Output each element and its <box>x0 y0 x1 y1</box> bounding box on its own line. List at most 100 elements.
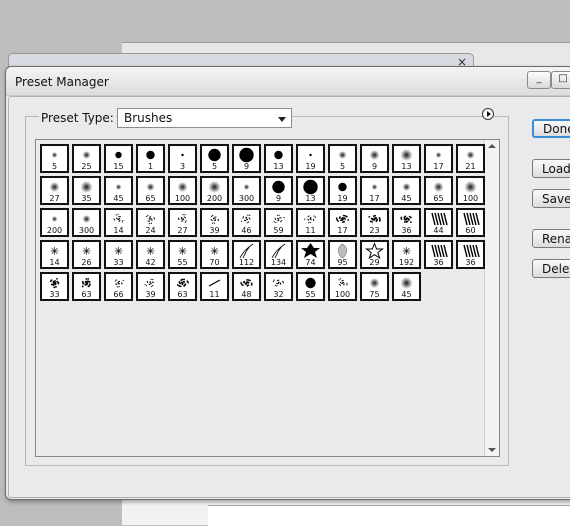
brush-preset-cell[interactable]: 24 <box>136 208 165 237</box>
brush-preset-cell[interactable]: 23 <box>360 208 389 237</box>
brush-preset-cell[interactable]: 36 <box>456 240 485 269</box>
brush-preset-cell[interactable]: 300 <box>72 208 101 237</box>
brush-size-label: 15 <box>113 162 124 171</box>
brush-preset-cell[interactable]: 44 <box>424 208 453 237</box>
brush-preset-cell[interactable]: 200 <box>200 176 229 205</box>
brush-preset-cell[interactable]: 55 <box>168 240 197 269</box>
brush-preset-cell[interactable]: 26 <box>72 240 101 269</box>
save-set-button[interactable]: Save Set... <box>532 189 570 208</box>
chevron-down-icon <box>278 117 286 122</box>
load-button[interactable]: Load... <box>532 159 570 178</box>
brush-preset-cell[interactable]: 39 <box>200 208 229 237</box>
brush-size-label: 45 <box>401 194 412 203</box>
brush-preset-cell[interactable]: 9 <box>360 144 389 173</box>
preset-type-select[interactable]: Brushes <box>117 108 292 128</box>
brush-preset-cell[interactable]: 45 <box>104 176 133 205</box>
brush-size-label: 300 <box>238 194 255 203</box>
brush-preset-cell[interactable]: 33 <box>104 240 133 269</box>
brush-preset-cell[interactable]: 70 <box>200 240 229 269</box>
brush-preset-cell[interactable]: 100 <box>168 176 197 205</box>
minimize-button[interactable]: _ <box>527 71 551 89</box>
panel-menu-icon[interactable] <box>482 108 494 120</box>
brush-preset-cell[interactable]: 29 <box>360 240 389 269</box>
brush-preset-cell[interactable]: 46 <box>232 208 261 237</box>
brush-preset-list[interactable]: 5 25 15 1 3 5 9 13 19 5 9 13 17 21 27 35 45 65 100 200 300 9 1… <box>35 139 500 457</box>
brush-preset-cell[interactable]: 9 <box>232 144 261 173</box>
brush-preset-cell[interactable]: 27 <box>168 208 197 237</box>
brush-size-label: 17 <box>369 194 380 203</box>
brush-preset-cell[interactable]: 17 <box>360 176 389 205</box>
brush-size-label: 19 <box>337 194 348 203</box>
brush-size-label: 300 <box>78 226 95 235</box>
scroll-up-icon[interactable] <box>488 144 496 148</box>
brush-preset-cell[interactable]: 300 <box>232 176 261 205</box>
brush-preset-cell[interactable]: 13 <box>392 144 421 173</box>
brush-preset-cell[interactable]: 13 <box>264 144 293 173</box>
brush-preset-cell[interactable]: 65 <box>424 176 453 205</box>
brush-preset-cell[interactable]: 11 <box>296 208 325 237</box>
brush-size-label: 65 <box>433 194 444 203</box>
brush-preset-cell[interactable]: 5 <box>200 144 229 173</box>
brush-size-label: 42 <box>145 258 156 267</box>
brush-preset-cell[interactable]: 35 <box>72 176 101 205</box>
brush-size-label: 11 <box>305 226 316 235</box>
brush-preset-cell[interactable]: 74 <box>296 240 325 269</box>
vertical-scrollbar[interactable] <box>484 140 499 456</box>
brush-preset-cell[interactable]: 17 <box>328 208 357 237</box>
brush-preset-cell[interactable]: 25 <box>72 144 101 173</box>
brush-size-label: 36 <box>401 226 412 235</box>
rename-button[interactable]: Rename... <box>532 229 570 248</box>
brush-preset-cell[interactable]: 32 <box>264 272 293 301</box>
brush-preset-cell[interactable]: 13 <box>296 176 325 205</box>
brush-preset-cell[interactable]: 11 <box>200 272 229 301</box>
brush-preset-cell[interactable]: 9 <box>264 176 293 205</box>
brush-preset-cell[interactable]: 60 <box>456 208 485 237</box>
brush-preset-cell[interactable]: 45 <box>392 272 421 301</box>
brush-preset-cell[interactable]: 134 <box>264 240 293 269</box>
brush-size-label: 39 <box>209 226 220 235</box>
brush-preset-cell[interactable]: 192 <box>392 240 421 269</box>
brush-preset-cell[interactable]: 5 <box>40 144 69 173</box>
brush-size-label: 5 <box>211 162 218 171</box>
done-button[interactable]: Done <box>532 119 570 138</box>
brush-preset-cell[interactable]: 19 <box>328 176 357 205</box>
brush-preset-cell[interactable]: 200 <box>40 208 69 237</box>
brush-preset-cell[interactable]: 15 <box>104 144 133 173</box>
brush-preset-cell[interactable]: 63 <box>72 272 101 301</box>
delete-button[interactable]: Delete <box>532 259 570 278</box>
brush-preset-cell[interactable]: 21 <box>456 144 485 173</box>
maximize-button[interactable]: □ <box>551 71 570 89</box>
brush-preset-cell[interactable]: 1 <box>136 144 165 173</box>
brush-preset-cell[interactable]: 63 <box>168 272 197 301</box>
brush-preset-cell[interactable]: 100 <box>328 272 357 301</box>
brush-size-label: 26 <box>81 258 92 267</box>
brush-preset-cell[interactable]: 75 <box>360 272 389 301</box>
brush-size-label: 27 <box>177 226 188 235</box>
brush-preset-cell[interactable]: 100 <box>456 176 485 205</box>
brush-preset-cell[interactable]: 66 <box>104 272 133 301</box>
brush-preset-cell[interactable]: 36 <box>424 240 453 269</box>
brush-preset-cell[interactable]: 45 <box>392 176 421 205</box>
brush-preset-cell[interactable]: 19 <box>296 144 325 173</box>
brush-preset-cell[interactable]: 65 <box>136 176 165 205</box>
brush-preset-cell[interactable]: 5 <box>328 144 357 173</box>
brush-size-label: 21 <box>465 162 476 171</box>
brush-preset-cell[interactable]: 112 <box>232 240 261 269</box>
brush-preset-cell[interactable]: 42 <box>136 240 165 269</box>
brush-preset-cell[interactable]: 17 <box>424 144 453 173</box>
brush-preset-cell[interactable]: 14 <box>40 240 69 269</box>
brush-preset-cell[interactable]: 48 <box>232 272 261 301</box>
brush-preset-cell[interactable]: 14 <box>104 208 133 237</box>
brush-preset-cell[interactable]: 55 <box>296 272 325 301</box>
scroll-down-icon[interactable] <box>488 448 496 452</box>
brush-size-label: 70 <box>209 258 220 267</box>
brush-preset-cell[interactable]: 95 <box>328 240 357 269</box>
brush-size-label: 59 <box>273 226 284 235</box>
brush-preset-cell[interactable]: 33 <box>40 272 69 301</box>
brush-size-label: 44 <box>433 226 444 235</box>
brush-preset-cell[interactable]: 27 <box>40 176 69 205</box>
brush-preset-cell[interactable]: 36 <box>392 208 421 237</box>
brush-preset-cell[interactable]: 39 <box>136 272 165 301</box>
brush-preset-cell[interactable]: 59 <box>264 208 293 237</box>
brush-preset-cell[interactable]: 3 <box>168 144 197 173</box>
